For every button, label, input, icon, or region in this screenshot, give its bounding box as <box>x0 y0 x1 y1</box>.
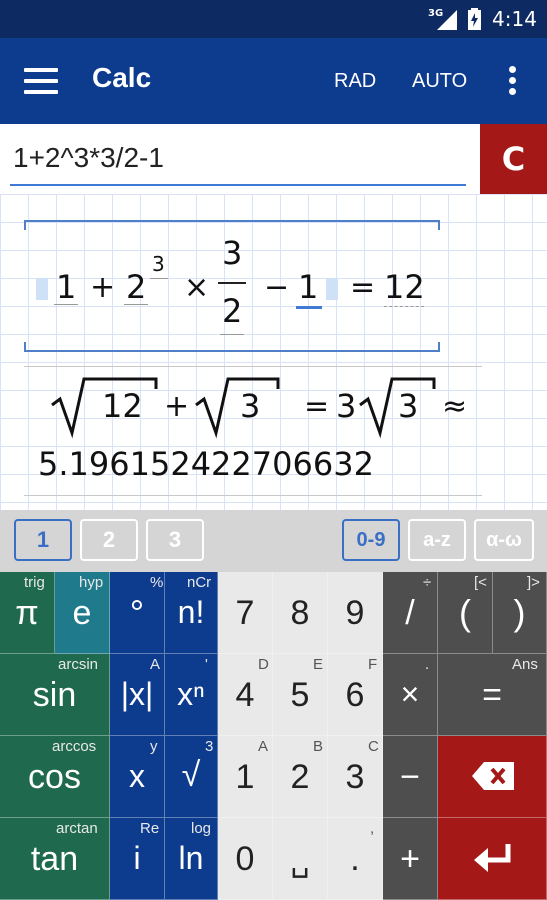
sin-key[interactable]: arcsin sin <box>0 654 110 736</box>
sqrt-3-radical <box>195 377 280 439</box>
result-1[interactable]: 1 + 2 3 × 3 2 − 1 = 12 <box>24 220 440 352</box>
app-bar: Calc RAD AUTO <box>0 38 547 124</box>
power-key[interactable]: ' xⁿ <box>165 654 218 736</box>
decimal-result: 5.196152422706632 <box>38 445 374 483</box>
radicand-3: 3 <box>240 387 261 425</box>
enter-key[interactable] <box>438 818 547 900</box>
keypad: trig π hyp e % ° nCr n! 7 8 9 ÷ / [<( ]>) arc… <box>0 572 547 900</box>
space-key[interactable]: ␣ <box>273 818 328 900</box>
tab-latin[interactable]: a-z <box>408 519 466 561</box>
e-key[interactable]: hyp e <box>55 572 110 654</box>
clear-button[interactable]: C <box>480 124 547 194</box>
key-2[interactable]: B2 <box>273 736 328 818</box>
key-3[interactable]: C3 <box>328 736 383 818</box>
minus-sign: − <box>264 270 290 305</box>
pi-key[interactable]: trig π <box>0 572 55 654</box>
signal-icon <box>437 10 457 30</box>
factorial-key[interactable]: nCr n! <box>165 572 218 654</box>
subtract-key[interactable]: − <box>383 736 438 818</box>
input-row: 1+2^3*3/2-1 C <box>0 124 547 194</box>
key-8[interactable]: 8 <box>273 572 328 654</box>
results-area: 1 + 2 3 × 3 2 − 1 = 12 12 + 3 = 3 3 ≈ 5.… <box>0 194 547 510</box>
power-exponent: 3 <box>152 252 165 276</box>
overflow-menu-icon[interactable] <box>508 66 518 96</box>
term-1: 1 <box>56 268 77 306</box>
keyboard-tabs: 1 2 3 0-9 a-z α-ω <box>0 510 547 572</box>
ln-key[interactable]: log ln <box>165 818 218 900</box>
result-2[interactable]: 12 + 3 = 3 3 ≈ 5.196152422706632 <box>24 366 482 496</box>
abs-key[interactable]: A |x| <box>110 654 165 736</box>
radicand-12: 12 <box>102 387 143 425</box>
clock: 4:14 <box>492 7 537 31</box>
imaginary-key[interactable]: Re i <box>110 818 165 900</box>
plus-sign-2: + <box>164 389 190 424</box>
tan-key[interactable]: arctan tan <box>0 818 110 900</box>
key-1[interactable]: A1 <box>218 736 273 818</box>
cos-key[interactable]: arccos cos <box>0 736 110 818</box>
key-7[interactable]: 7 <box>218 572 273 654</box>
key-9[interactable]: 9 <box>328 572 383 654</box>
left-paren-key[interactable]: [<( <box>438 572 493 654</box>
result-value: 12 <box>384 268 425 306</box>
right-paren-key[interactable]: ]>) <box>493 572 547 654</box>
equals-key[interactable]: Ans = <box>438 654 547 736</box>
backspace-key[interactable] <box>438 736 547 818</box>
x-variable-key[interactable]: yx <box>110 736 165 818</box>
key-6[interactable]: F6 <box>328 654 383 736</box>
term-2: 1 <box>298 268 319 306</box>
menu-icon[interactable] <box>24 68 58 94</box>
backspace-icon <box>472 762 514 790</box>
format-mode-button[interactable]: AUTO <box>412 70 467 93</box>
fraction-denominator: 2 <box>222 292 243 330</box>
key-5[interactable]: E5 <box>273 654 328 736</box>
fraction-numerator: 3 <box>222 234 243 272</box>
multiply-key[interactable]: . × <box>383 654 438 736</box>
status-bar: 3G 4:14 <box>0 0 547 38</box>
battery-icon <box>468 8 481 30</box>
tab-digits[interactable]: 0-9 <box>342 519 400 561</box>
radicand-3b: 3 <box>398 387 419 425</box>
app-title: Calc <box>92 62 152 93</box>
degree-key[interactable]: % ° <box>110 572 165 654</box>
divide-key[interactable]: ÷ / <box>383 572 438 654</box>
angle-mode-button[interactable]: RAD <box>334 70 376 93</box>
equals-sign-2: = <box>304 389 330 424</box>
tab-2[interactable]: 2 <box>80 519 138 561</box>
key-0[interactable]: 0 <box>218 818 273 900</box>
tab-3[interactable]: 3 <box>146 519 204 561</box>
tab-greek[interactable]: α-ω <box>474 519 534 561</box>
equals-sign: = <box>350 270 376 305</box>
times-sign: × <box>184 270 210 305</box>
coefficient: 3 <box>336 387 357 425</box>
enter-icon <box>474 844 511 872</box>
add-key[interactable]: + <box>383 818 438 900</box>
approx-sign: ≈ <box>442 389 468 424</box>
decimal-key[interactable]: ,. <box>328 818 383 900</box>
power-base: 2 <box>126 268 147 306</box>
key-4[interactable]: D4 <box>218 654 273 736</box>
sqrt-key[interactable]: 3 √ <box>165 736 218 818</box>
tab-1[interactable]: 1 <box>14 519 72 561</box>
plus-sign: + <box>90 270 116 305</box>
expression-input[interactable]: 1+2^3*3/2-1 <box>10 142 466 186</box>
